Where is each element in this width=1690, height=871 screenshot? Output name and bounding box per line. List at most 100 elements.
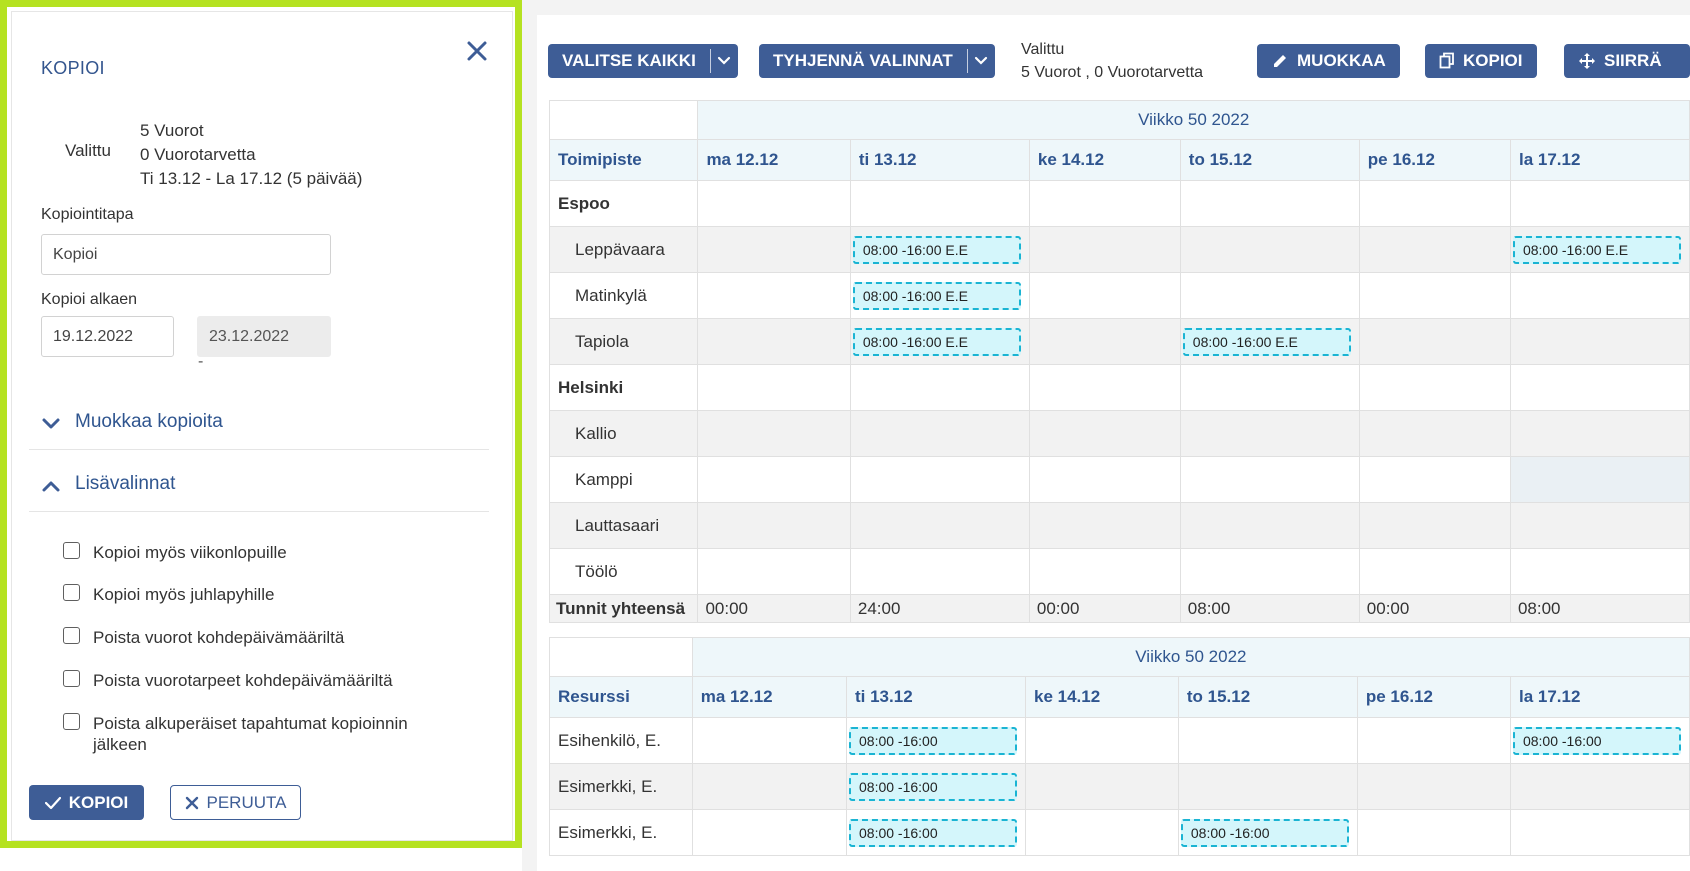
schedule-cell[interactable] bbox=[849, 502, 1030, 549]
day-header[interactable]: la 17.12 bbox=[1509, 139, 1690, 181]
schedule-cell[interactable]: 08:00 -16:00 bbox=[846, 717, 1026, 764]
schedule-cell[interactable] bbox=[1179, 456, 1360, 503]
schedule-cell[interactable] bbox=[1358, 272, 1511, 319]
checkbox[interactable] bbox=[63, 542, 80, 559]
close-icon[interactable] bbox=[464, 38, 490, 64]
day-header[interactable]: ke 14.12 bbox=[1028, 139, 1181, 181]
schedule-cell[interactable] bbox=[697, 364, 851, 411]
day-header[interactable]: pe 16.12 bbox=[1356, 676, 1511, 718]
schedule-cell[interactable] bbox=[691, 763, 848, 810]
schedule-cell[interactable] bbox=[1179, 364, 1360, 411]
schedule-cell[interactable] bbox=[691, 809, 848, 856]
edit-copies-section[interactable]: Muokkaa kopioita bbox=[29, 402, 489, 450]
schedule-cell[interactable] bbox=[1177, 763, 1358, 810]
schedule-cell[interactable] bbox=[1179, 180, 1360, 227]
copy-confirm-button[interactable]: KOPIOI bbox=[29, 785, 144, 820]
schedule-cell[interactable] bbox=[1179, 502, 1360, 549]
day-header[interactable]: to 15.12 bbox=[1177, 676, 1358, 718]
day-header[interactable]: ma 12.12 bbox=[697, 139, 851, 181]
schedule-cell[interactable] bbox=[697, 226, 851, 273]
day-header[interactable]: ti 13.12 bbox=[846, 676, 1026, 718]
schedule-cell[interactable] bbox=[1179, 410, 1360, 457]
schedule-cell[interactable] bbox=[1025, 809, 1179, 856]
chevron-down-icon[interactable] bbox=[709, 49, 738, 73]
day-header[interactable]: ti 13.12 bbox=[849, 139, 1030, 181]
schedule-cell[interactable] bbox=[1358, 502, 1511, 549]
schedule-cell[interactable] bbox=[697, 180, 851, 227]
move-button[interactable]: SIIRRÄ bbox=[1564, 44, 1690, 78]
shift-block[interactable]: 08:00 -16:00 bbox=[1512, 726, 1681, 755]
schedule-cell[interactable] bbox=[1358, 456, 1511, 503]
schedule-cell[interactable] bbox=[1358, 364, 1511, 411]
schedule-cell[interactable] bbox=[1177, 717, 1358, 764]
schedule-cell[interactable] bbox=[1356, 717, 1511, 764]
schedule-cell[interactable] bbox=[1509, 410, 1690, 457]
schedule-cell[interactable]: 08:00 -16:00 bbox=[846, 809, 1026, 856]
schedule-cell[interactable] bbox=[849, 456, 1030, 503]
schedule-cell[interactable] bbox=[1509, 809, 1690, 856]
more-options-section[interactable]: Lisävalinnat bbox=[29, 464, 489, 512]
schedule-cell[interactable]: 08:00 -16:00 bbox=[846, 763, 1026, 810]
chevron-down-icon[interactable] bbox=[966, 49, 995, 73]
schedule-cell[interactable] bbox=[697, 410, 851, 457]
schedule-cell[interactable] bbox=[849, 548, 1030, 595]
shift-block[interactable]: 08:00 -16:00 E.E bbox=[1182, 327, 1351, 356]
shift-block[interactable]: 08:00 -16:00 E.E bbox=[852, 281, 1021, 310]
day-header[interactable]: la 17.12 bbox=[1509, 676, 1690, 718]
day-header[interactable]: pe 16.12 bbox=[1358, 139, 1511, 181]
schedule-cell[interactable] bbox=[1028, 364, 1181, 411]
schedule-cell[interactable] bbox=[1028, 456, 1181, 503]
day-header[interactable]: to 15.12 bbox=[1179, 139, 1360, 181]
schedule-cell[interactable] bbox=[1509, 180, 1690, 227]
schedule-cell[interactable] bbox=[1028, 272, 1181, 319]
shift-block[interactable]: 08:00 -16:00 E.E bbox=[852, 235, 1021, 264]
schedule-cell[interactable] bbox=[1028, 548, 1181, 595]
day-header[interactable]: ke 14.12 bbox=[1025, 676, 1179, 718]
schedule-cell[interactable] bbox=[1356, 763, 1511, 810]
schedule-cell[interactable] bbox=[1358, 318, 1511, 365]
schedule-cell[interactable] bbox=[1358, 180, 1511, 227]
schedule-cell[interactable]: 08:00 -16:00 E.E bbox=[849, 226, 1030, 273]
schedule-cell[interactable] bbox=[697, 548, 851, 595]
schedule-cell[interactable] bbox=[1358, 548, 1511, 595]
schedule-cell[interactable] bbox=[1028, 318, 1181, 365]
cancel-button[interactable]: PERUUTA bbox=[170, 785, 301, 820]
schedule-cell[interactable] bbox=[849, 410, 1030, 457]
start-date-input[interactable]: 19.12.2022 bbox=[41, 316, 174, 357]
checkbox[interactable] bbox=[63, 713, 80, 730]
schedule-cell[interactable]: 08:00 -16:00 E.E bbox=[1509, 226, 1690, 273]
schedule-cell[interactable] bbox=[1028, 180, 1181, 227]
schedule-cell[interactable]: 08:00 -16:00 E.E bbox=[849, 318, 1030, 365]
schedule-cell[interactable] bbox=[1356, 809, 1511, 856]
checkbox[interactable] bbox=[63, 584, 80, 601]
schedule-cell[interactable] bbox=[1509, 364, 1690, 411]
shift-block[interactable]: 08:00 -16:00 bbox=[849, 772, 1017, 801]
schedule-cell[interactable] bbox=[1025, 717, 1179, 764]
schedule-cell[interactable] bbox=[697, 456, 851, 503]
edit-button[interactable]: MUOKKAA bbox=[1257, 44, 1400, 78]
schedule-cell[interactable]: 08:00 -16:00 E.E bbox=[1179, 318, 1360, 365]
shift-block[interactable]: 08:00 -16:00 bbox=[849, 818, 1017, 847]
shift-block[interactable]: 08:00 -16:00 bbox=[849, 726, 1017, 755]
schedule-cell[interactable] bbox=[691, 717, 848, 764]
checkbox[interactable] bbox=[63, 670, 80, 687]
copy-button[interactable]: KOPIOI bbox=[1425, 44, 1537, 78]
schedule-cell[interactable] bbox=[1028, 226, 1181, 273]
shift-block[interactable]: 08:00 -16:00 E.E bbox=[852, 327, 1021, 356]
schedule-cell[interactable] bbox=[1179, 548, 1360, 595]
schedule-cell[interactable]: 08:00 -16:00 bbox=[1509, 717, 1690, 764]
schedule-cell[interactable] bbox=[697, 272, 851, 319]
schedule-cell[interactable] bbox=[1509, 318, 1690, 365]
schedule-cell[interactable] bbox=[697, 318, 851, 365]
schedule-cell[interactable] bbox=[1509, 272, 1690, 319]
clear-selection-button[interactable]: TYHJENNÄ VALINNAT bbox=[759, 44, 995, 78]
schedule-cell[interactable] bbox=[1179, 226, 1360, 273]
schedule-cell[interactable] bbox=[1179, 272, 1360, 319]
schedule-cell[interactable] bbox=[849, 364, 1030, 411]
select-all-button[interactable]: VALITSE KAIKKI bbox=[548, 44, 738, 78]
schedule-cell[interactable] bbox=[1509, 548, 1690, 595]
schedule-cell[interactable] bbox=[1358, 410, 1511, 457]
schedule-cell[interactable] bbox=[1358, 226, 1511, 273]
schedule-cell[interactable] bbox=[1509, 502, 1690, 549]
checkbox[interactable] bbox=[63, 627, 80, 644]
